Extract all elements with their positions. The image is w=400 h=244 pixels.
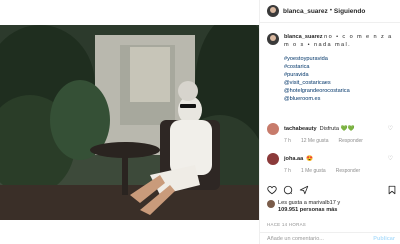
share-icon[interactable]	[299, 185, 309, 195]
comment-username[interactable]: tachabeauty	[284, 126, 317, 132]
comment-likes[interactable]: 1 Me gusta	[301, 168, 326, 174]
post-date: HACE 14 HORAS	[267, 222, 307, 227]
comment-like-icon[interactable]: ♡	[388, 155, 393, 162]
reply-button[interactable]: Responder	[336, 168, 360, 174]
comment-time: 7 h	[284, 138, 291, 144]
caption-author-avatar[interactable]	[267, 33, 279, 45]
likes-line-2[interactable]: 109.951 personas más	[278, 207, 340, 214]
post-photo-area	[0, 0, 259, 244]
hashtag-list: #yoestoypuravida #costarica #puravida @v…	[284, 55, 395, 103]
mention-link[interactable]: @blueroom.es	[284, 95, 395, 103]
heart-icon[interactable]	[267, 185, 277, 195]
photo-illustration	[0, 25, 259, 220]
post-header: blanca_suarez • Siguiendo	[260, 0, 400, 23]
post-actions	[267, 185, 396, 195]
comment-time: 7 h	[284, 168, 291, 174]
post-photo[interactable]	[0, 25, 259, 220]
liker-avatar[interactable]	[267, 200, 275, 208]
author-username[interactable]: blanca_suarez	[283, 8, 328, 15]
bookmark-icon[interactable]	[387, 185, 397, 195]
post-side-panel: blanca_suarez • Siguiendo blanca_suarez …	[259, 0, 400, 244]
comment-item: tachabeauty Disfruta 💚💚 7 h 12 Me gusta …	[267, 123, 397, 144]
comment-likes[interactable]: 12 Me gusta	[301, 138, 329, 144]
likes-summary: Les gusta a marivalb17 y 109.951 persona…	[267, 200, 340, 214]
commenter-avatar[interactable]	[267, 153, 279, 165]
likes-line-1[interactable]: Les gusta a marivalb17 y	[278, 200, 340, 207]
comment-like-icon[interactable]: ♡	[388, 125, 393, 132]
following-button[interactable]: Siguiendo	[334, 8, 365, 15]
post-caption: blanca_suarez no • c o m e n z a m o s •…	[267, 33, 395, 103]
hashtag-link[interactable]: #costarica	[284, 63, 395, 71]
mention-link[interactable]: @visit_costaricaes	[284, 79, 395, 87]
publish-button[interactable]: Publicar	[373, 236, 395, 242]
hashtag-link[interactable]: #yoestoypuravida	[284, 55, 395, 63]
comment-text: Disfruta 💚💚	[319, 126, 355, 132]
separator-dot: •	[329, 8, 332, 14]
add-comment-bar: Publicar	[260, 232, 400, 244]
comment-icon[interactable]	[283, 185, 293, 195]
mention-link[interactable]: @hotelgrandeorocostarica	[284, 87, 395, 95]
comment-item: joha.aa 😍 7 h 1 Me gusta Responder ♡	[267, 153, 397, 174]
reply-button[interactable]: Responder	[338, 138, 362, 144]
comment-input[interactable]	[267, 235, 367, 242]
comment-meta: 7 h 12 Me gusta Responder	[284, 138, 397, 144]
author-avatar[interactable]	[267, 5, 279, 17]
caption-username[interactable]: blanca_suarez	[284, 34, 323, 40]
comment-meta: 7 h 1 Me gusta Responder	[284, 168, 397, 174]
instagram-post-card: blanca_suarez • Siguiendo blanca_suarez …	[0, 0, 400, 244]
commenter-avatar[interactable]	[267, 123, 279, 135]
hashtag-link[interactable]: #puravida	[284, 71, 395, 79]
comment-text: 😍	[306, 156, 314, 162]
comment-username[interactable]: joha.aa	[284, 156, 303, 162]
